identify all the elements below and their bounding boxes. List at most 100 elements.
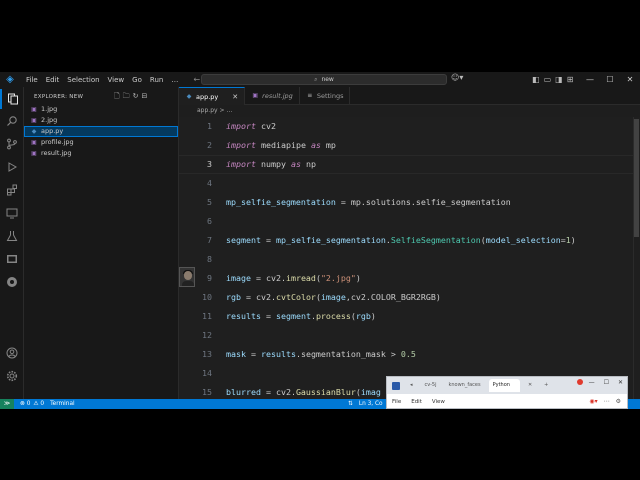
- browser-menu-view[interactable]: View: [427, 399, 450, 405]
- line-number: 12: [202, 330, 212, 340]
- file-item-1-jpg[interactable]: ▣ 1.jpg: [24, 104, 178, 115]
- docker-icon[interactable]: [0, 249, 24, 269]
- menu-file[interactable]: File: [22, 76, 42, 84]
- extensions-icon[interactable]: [0, 180, 24, 200]
- code-line[interactable]: 5 mp_selfie_segmentation = mp.solutions.s…: [179, 193, 640, 212]
- line-code: segment = mp_selfie_segmentation.SelfieS…: [226, 235, 576, 245]
- remote-indicator-icon[interactable]: ≫: [0, 399, 14, 409]
- title-bar: ◈ File Edit Selection View Go Run … ← → …: [0, 72, 640, 87]
- remote-explorer-icon[interactable]: [0, 203, 24, 223]
- line-number: 13: [202, 349, 212, 359]
- menu-more[interactable]: …: [167, 76, 182, 84]
- testing-icon[interactable]: [0, 226, 24, 246]
- tab-label: Settings: [316, 92, 344, 100]
- file-item-profile-jpg[interactable]: ▣ profile.jpg: [24, 137, 178, 148]
- code-line[interactable]: 9 image = cv2.imread("2.jpg"): [179, 269, 640, 288]
- minimize-button[interactable]: —: [580, 75, 600, 84]
- warnings-count[interactable]: ⚠ 0: [33, 401, 44, 407]
- settings-icon[interactable]: ⚙: [616, 398, 621, 405]
- new-tab-button[interactable]: +: [540, 379, 552, 392]
- command-center[interactable]: ⌕ new: [201, 74, 447, 85]
- run-debug-icon[interactable]: [0, 157, 24, 177]
- browser-window-controls: — ☐ ✕: [589, 379, 623, 386]
- file-name: profile.jpg: [41, 138, 74, 146]
- code-line[interactable]: 8: [179, 250, 640, 269]
- browser-menu-edit[interactable]: Edit: [406, 399, 427, 405]
- toggle-secondary-sidebar-icon[interactable]: ◨: [555, 75, 563, 84]
- browser-close-icon[interactable]: ✕: [618, 379, 623, 386]
- code-line[interactable]: 12: [179, 326, 640, 345]
- line-code: image = cv2.imread("2.jpg"): [226, 273, 361, 283]
- code-line[interactable]: 7 segment = mp_selfie_segmentation.Selfie…: [179, 231, 640, 250]
- terminal-button[interactable]: Terminal: [50, 401, 75, 407]
- new-folder-icon[interactable]: 🗀: [123, 92, 130, 103]
- menu-selection[interactable]: Selection: [63, 76, 103, 84]
- settings-gear-icon[interactable]: [0, 366, 24, 386]
- browser-tab-2[interactable]: known_faces: [444, 379, 484, 392]
- file-item-result-jpg[interactable]: ▣ result.jpg: [24, 148, 178, 159]
- menu-go[interactable]: Go: [128, 76, 146, 84]
- collapse-all-icon[interactable]: ⊟: [142, 92, 148, 103]
- code-line[interactable]: 6: [179, 212, 640, 231]
- chrome-icon[interactable]: ◉▾: [589, 398, 597, 405]
- python-file-icon: ◆: [186, 92, 192, 100]
- browser-tab-1[interactable]: cv-5j: [421, 379, 441, 392]
- source-control-icon[interactable]: [0, 134, 24, 154]
- code-line[interactable]: 2 import mediapipe as mp: [179, 136, 640, 155]
- editor-scrollbar[interactable]: [633, 117, 640, 399]
- copilot-icon[interactable]: ☺▾: [451, 73, 463, 82]
- browser-tab-3[interactable]: Python: [488, 379, 520, 392]
- customize-layout-icon[interactable]: ⊞: [567, 75, 574, 84]
- browser-menu-file[interactable]: File: [387, 399, 406, 405]
- line-number: 4: [207, 178, 212, 188]
- code-line[interactable]: 3 import numpy as np: [179, 155, 640, 174]
- code-editor[interactable]: 1 import cv2 2 import mediapipe as mp 3 impor…: [179, 117, 640, 399]
- code-line[interactable]: 11 results = segment.process(rgb): [179, 307, 640, 326]
- menu-edit[interactable]: Edit: [42, 76, 64, 84]
- scrollbar-thumb[interactable]: [634, 119, 639, 237]
- close-tab-icon[interactable]: ✕: [232, 93, 238, 101]
- line-number: 1: [207, 121, 212, 131]
- line-code: import mediapipe as mp: [226, 140, 336, 150]
- line-code: rgb = cv2.cvtColor(image,cv2.COLOR_BGR2R…: [226, 292, 441, 302]
- tab-app-py[interactable]: ◆ app.py ✕: [179, 87, 246, 105]
- menu-run[interactable]: Run: [146, 76, 167, 84]
- github-icon[interactable]: [0, 272, 24, 292]
- code-line[interactable]: 4: [179, 174, 640, 193]
- line-code: results = segment.process(rgb): [226, 311, 376, 321]
- explorer-icon[interactable]: [0, 89, 24, 109]
- file-name: result.jpg: [41, 149, 72, 157]
- tab-result-jpg[interactable]: ▣ result.jpg: [245, 87, 300, 105]
- close-window-button[interactable]: ✕: [620, 75, 640, 84]
- file-item-2-jpg[interactable]: ▣ 2.jpg: [24, 115, 178, 126]
- browser-tab-close-icon[interactable]: ✕: [524, 379, 536, 392]
- explorer-toolbar: 🗋 🗀 ↻ ⊟: [114, 92, 147, 103]
- profile-thumbnail: [179, 267, 195, 287]
- maximize-button[interactable]: ☐: [600, 75, 620, 84]
- toggle-panel-icon[interactable]: ▭: [544, 75, 552, 84]
- file-item-app-py[interactable]: ◆ app.py: [24, 126, 178, 137]
- browser-maximize-icon[interactable]: ☐: [604, 379, 609, 386]
- window-controls: — ☐ ✕: [580, 72, 640, 87]
- command-center-label: new: [321, 76, 334, 83]
- code-line[interactable]: 13 mask = results.segmentation_mask > 0.5: [179, 345, 640, 364]
- errors-count[interactable]: ⊗ 0: [20, 401, 30, 407]
- browser-back-icon[interactable]: ◂: [406, 379, 417, 392]
- cursor-position[interactable]: Ln 3, Co: [359, 399, 383, 409]
- image-file-icon: ▣: [252, 92, 258, 99]
- tab-settings[interactable]: ≡ Settings: [300, 87, 351, 105]
- refresh-icon[interactable]: ↻: [133, 92, 139, 103]
- accounts-icon[interactable]: [0, 343, 24, 363]
- code-line[interactable]: 10 rgb = cv2.cvtColor(image,cv2.COLOR_BGR…: [179, 288, 640, 307]
- code-line[interactable]: 1 import cv2: [179, 117, 640, 136]
- breadcrumb[interactable]: app.py > …: [179, 105, 232, 117]
- toggle-sidebar-icon[interactable]: ◧: [532, 75, 540, 84]
- new-file-icon[interactable]: 🗋: [114, 92, 120, 103]
- browser-minimize-icon[interactable]: —: [589, 379, 595, 386]
- settings-tab-icon: ≡: [307, 92, 313, 99]
- menu-bar: File Edit Selection View Go Run …: [22, 76, 182, 84]
- more-options-icon[interactable]: ⋯: [604, 398, 610, 405]
- search-icon[interactable]: [0, 111, 24, 131]
- notification-bell-icon[interactable]: ⇅: [348, 399, 353, 409]
- menu-view[interactable]: View: [104, 76, 129, 84]
